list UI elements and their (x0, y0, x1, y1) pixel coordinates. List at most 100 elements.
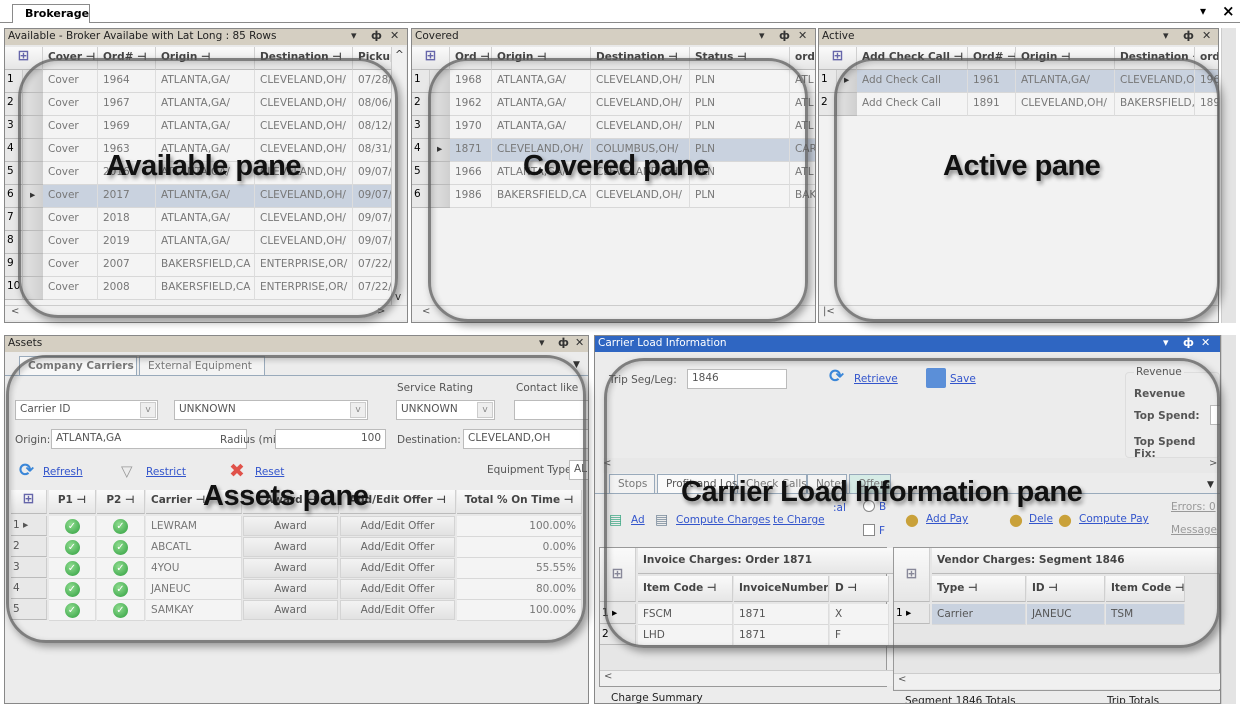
tab-check-calls[interactable]: Check Calls (737, 474, 807, 493)
column-header[interactable]: Ord ⊣ (450, 47, 492, 70)
row-selector[interactable] (23, 254, 43, 277)
column-header[interactable]: Item Code ⊣ (638, 576, 733, 602)
row-selector[interactable] (23, 231, 43, 254)
pane-menu-icon[interactable]: ▾ (351, 29, 357, 42)
pin-icon[interactable]: ф (371, 29, 382, 42)
trip-seg-leg-input[interactable]: 1846 (687, 369, 787, 389)
window-menu-icon[interactable]: ▾ (1200, 4, 1206, 18)
equipment-type-select[interactable]: AL (569, 460, 588, 480)
pane-menu-icon[interactable]: ▾ (1163, 29, 1169, 42)
tab-notes[interactable]: Notes (807, 474, 847, 493)
close-icon[interactable]: ✕ (798, 29, 807, 42)
compute-pay-money-bag-icon[interactable]: ● (1058, 510, 1072, 529)
pin-icon[interactable]: ф (1183, 29, 1194, 42)
compute-pay-button[interactable]: Compute Pay (1079, 513, 1149, 525)
tabs-menu-icon[interactable]: ▼ (1207, 480, 1214, 490)
row-selector[interactable] (23, 208, 43, 231)
compute-charges-button[interactable]: Compute Charges (676, 514, 770, 526)
column-header[interactable]: Destination ⊣ (1115, 47, 1195, 70)
checkbox[interactable] (863, 524, 875, 536)
funnel-icon[interactable]: ▽ (121, 462, 133, 480)
close-icon[interactable]: ✕ (1201, 336, 1210, 349)
close-icon[interactable]: ✕ (575, 336, 584, 349)
refresh-button[interactable]: Refresh (43, 466, 83, 478)
destination-input[interactable]: CLEVELAND,OH (463, 429, 588, 449)
pane-menu-icon[interactable]: ▾ (759, 29, 765, 42)
table-cell[interactable]: Cover (43, 185, 98, 208)
row-selector[interactable] (23, 116, 43, 139)
row-selector[interactable] (23, 162, 43, 185)
pane-menu-icon[interactable]: ▾ (539, 336, 545, 349)
column-header[interactable]: Origin ⊣ (492, 47, 591, 70)
tab-offers[interactable]: Offers (849, 474, 891, 493)
table-cell[interactable]: Cover (43, 70, 98, 93)
carrier-id-select[interactable]: Carrier ID v (15, 400, 158, 420)
column-header[interactable]: Total % On Time ⊣ (457, 490, 582, 514)
covered-grid[interactable]: ⊞Ord ⊣Origin ⊣Destination ⊣Status ⊣ord ⊣… (412, 47, 815, 305)
active-grid[interactable]: ⊞ Add Check Call ⊣ Ord# ⊣ Origin ⊣ Destinati… (819, 47, 1218, 305)
carriers-grid[interactable]: ⊞ P1 ⊣ P2 ⊣ Carrier ⊣ Award ⊣ Add/Edit Offer … (11, 490, 588, 621)
origin-input[interactable]: ATLANTA,GA (51, 429, 247, 449)
pane-menu-icon[interactable]: ▾ (1163, 336, 1169, 349)
delete-pay-button[interactable]: Dele (1029, 513, 1053, 525)
retrieve-icon[interactable]: ⟳ (829, 366, 844, 387)
column-chooser-icon[interactable]: ⊞ (600, 548, 636, 602)
horizontal-scrollbar[interactable]: < > (603, 458, 1220, 473)
delete-pay-money-bag-icon[interactable]: ● (1009, 510, 1023, 529)
restrict-button[interactable]: Restrict (146, 466, 186, 478)
column-header[interactable]: Item Code ⊣ (1106, 576, 1185, 602)
tab-external-equipment[interactable]: External Equipment (139, 356, 265, 375)
tab-profit-and-loss[interactable]: Profit and Loss (657, 474, 743, 493)
column-header[interactable]: ID ⊣ (1027, 576, 1105, 602)
column-header[interactable]: ord ⊣ (790, 47, 815, 70)
top-spend-input[interactable] (1210, 405, 1220, 425)
service-rating-select[interactable]: UNKNOWN v (396, 400, 495, 420)
column-header[interactable]: Destination ⊣ (591, 47, 690, 70)
row-selector[interactable] (837, 93, 857, 116)
page-vertical-scrollbar[interactable] (1221, 28, 1236, 323)
contact-like-input[interactable] (514, 400, 588, 420)
column-header[interactable]: Origin ⊣ (1016, 47, 1115, 70)
horizontal-scrollbar[interactable]: < > (5, 305, 407, 320)
column-header[interactable]: Carrier ⊣ (146, 490, 242, 514)
row-selector[interactable] (430, 93, 450, 116)
pin-icon[interactable]: ф (558, 336, 569, 349)
radio-button[interactable] (863, 500, 875, 512)
tab-stops[interactable]: Stops (609, 474, 655, 493)
tabs-menu-icon[interactable]: ▼ (573, 360, 580, 370)
column-header[interactable]: Ord# ⊣ (968, 47, 1016, 70)
row-selector[interactable] (23, 93, 43, 116)
add-pay-money-bag-icon[interactable]: ● (905, 510, 919, 529)
table-cell[interactable]: Cover (43, 208, 98, 231)
add-charge-button[interactable]: Ad (631, 514, 645, 526)
column-header[interactable]: P1 ⊣ (49, 490, 96, 514)
errors-link[interactable]: Errors: 0 (1171, 501, 1216, 513)
add-edit-offer-button[interactable]: Add/Edit Offer (340, 579, 455, 599)
row-selector[interactable] (23, 70, 43, 93)
award-button[interactable]: Award (243, 516, 338, 536)
add-charge-icon[interactable]: ▤ (609, 512, 622, 528)
row-selector[interactable] (430, 116, 450, 139)
column-header[interactable]: Status ⊣ (690, 47, 790, 70)
column-chooser-icon[interactable]: ⊞ (5, 47, 43, 70)
add-edit-offer-button[interactable]: Add/Edit Offer (340, 537, 455, 557)
pin-icon[interactable]: ф (779, 29, 790, 42)
column-header[interactable]: Award ⊣ (243, 490, 339, 514)
table-cell[interactable]: Cover (43, 277, 98, 300)
row-selector[interactable]: ▸ (837, 70, 857, 93)
column-header[interactable]: Ord# ⊣ (98, 47, 156, 70)
vendor-charges-grid[interactable]: ⊞ Vendor Charges: Segment 1846 Type ⊣ ID ⊣ I… (893, 547, 1220, 691)
messages-link[interactable]: Message (1171, 524, 1217, 536)
table-cell[interactable]: Cover (43, 116, 98, 139)
row-selector[interactable] (23, 139, 43, 162)
row-selector[interactable]: ▸ (23, 185, 43, 208)
horizontal-scrollbar[interactable]: |< (819, 305, 1218, 320)
column-chooser-icon[interactable]: ⊞ (11, 490, 47, 514)
column-chooser-icon[interactable]: ⊞ (819, 47, 857, 70)
refresh-icon[interactable]: ⟳ (19, 460, 34, 481)
column-header[interactable]: Cover ⊣ (43, 47, 98, 70)
award-button[interactable]: Award (243, 600, 338, 620)
window-close-icon[interactable]: × (1222, 2, 1235, 20)
close-icon[interactable]: ✕ (390, 29, 399, 42)
table-cell[interactable]: Cover (43, 93, 98, 116)
